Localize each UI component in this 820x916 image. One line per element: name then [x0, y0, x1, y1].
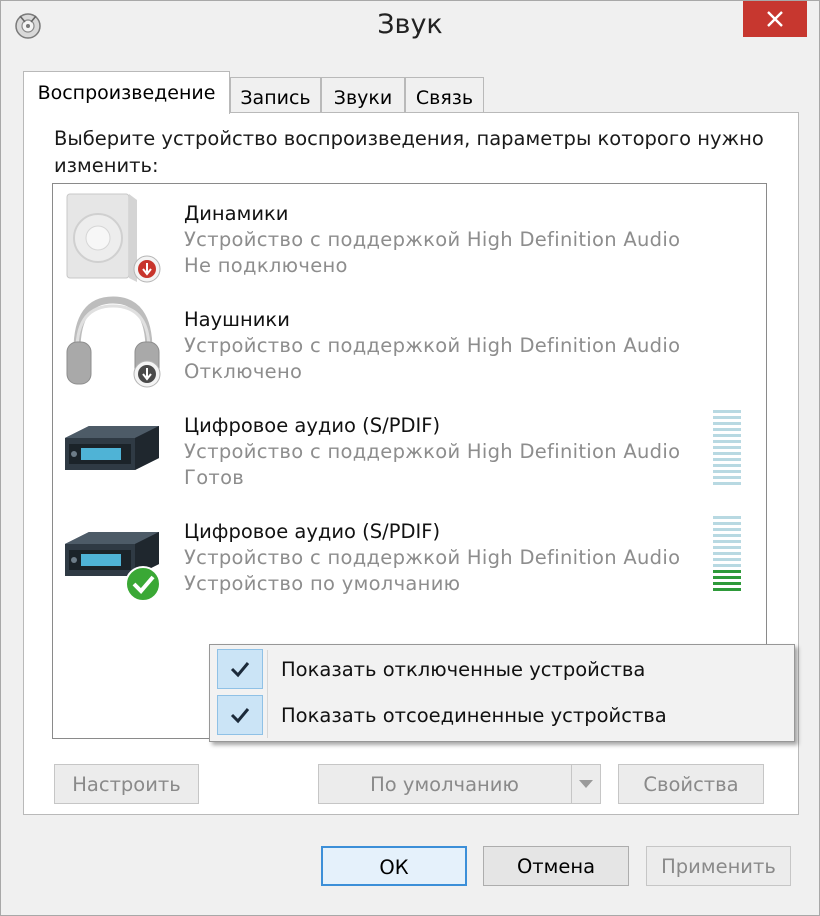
title-bar: Звук [1, 1, 819, 51]
digital-audio-device-icon [59, 504, 163, 604]
device-description: Устройство с поддержкой High Definition … [184, 228, 681, 251]
menu-item-show-disabled[interactable]: Показать отключенные устройства [215, 647, 791, 689]
headphones-icon [59, 292, 163, 392]
device-name: Динамики [184, 202, 289, 225]
default-check-badge-icon [125, 566, 161, 602]
device-description: Устройство с поддержкой High Definition … [184, 546, 681, 569]
ok-button[interactable]: ОК [321, 846, 467, 886]
check-icon [217, 649, 263, 689]
volume-meter [713, 410, 741, 490]
properties-button[interactable]: Свойства [618, 764, 764, 804]
close-button[interactable] [743, 1, 807, 37]
context-menu: Показать отключенные устройства Показать… [209, 644, 795, 742]
device-status: Устройство по умолчанию [184, 572, 461, 595]
device-status: Не подключено [184, 254, 348, 277]
tab-sounds[interactable]: Звуки [321, 77, 405, 113]
digital-audio-device-icon [59, 398, 163, 498]
window-title: Звук [377, 9, 443, 40]
menu-item-label: Показать отсоединенные устройства [281, 704, 667, 727]
disconnected-badge-icon [133, 255, 161, 283]
device-description: Устройство с поддержкой High Definition … [184, 440, 681, 463]
device-name: Цифровое аудио (S/PDIF) [184, 414, 441, 437]
device-item-headphones[interactable]: Наушники Устройство с поддержкой High De… [53, 290, 766, 394]
device-item-digital-audio-1[interactable]: Цифровое аудио (S/PDIF) Устройство с под… [53, 396, 766, 500]
check-icon [217, 695, 263, 735]
device-item-digital-audio-2[interactable]: Цифровое аудио (S/PDIF) Устройство с под… [53, 502, 766, 606]
disabled-badge-icon [133, 360, 161, 388]
volume-meter [713, 516, 741, 596]
device-item-speakers[interactable]: Динамики Устройство с поддержкой High De… [53, 184, 766, 288]
menu-item-label: Показать отключенные устройства [281, 658, 646, 681]
sound-dialog: Звук Воспроизведение Запись Звуки Связь … [0, 0, 820, 916]
apply-button[interactable]: Применить [646, 846, 791, 886]
instruction-text: Выберите устройство воспроизведения, пар… [54, 127, 764, 177]
configure-button[interactable]: Настроить [54, 764, 199, 804]
device-status: Готов [184, 466, 245, 489]
speaker-icon [59, 186, 163, 286]
device-description: Устройство с поддержкой High Definition … [184, 334, 681, 357]
set-default-label: По умолчанию [370, 773, 519, 796]
chevron-down-icon [579, 780, 593, 788]
cancel-button[interactable]: Отмена [483, 846, 629, 886]
close-icon [767, 11, 783, 27]
tab-communications[interactable]: Связь [405, 77, 484, 113]
set-default-button[interactable]: По умолчанию [318, 764, 601, 804]
device-name: Цифровое аудио (S/PDIF) [184, 520, 441, 543]
tab-recording[interactable]: Запись [230, 77, 321, 113]
tab-playback[interactable]: Воспроизведение [23, 71, 230, 114]
set-default-dropdown[interactable] [571, 765, 600, 803]
device-status: Отключено [184, 360, 303, 383]
menu-item-show-disconnected[interactable]: Показать отсоединенные устройства [215, 693, 791, 735]
device-name: Наушники [184, 308, 290, 331]
